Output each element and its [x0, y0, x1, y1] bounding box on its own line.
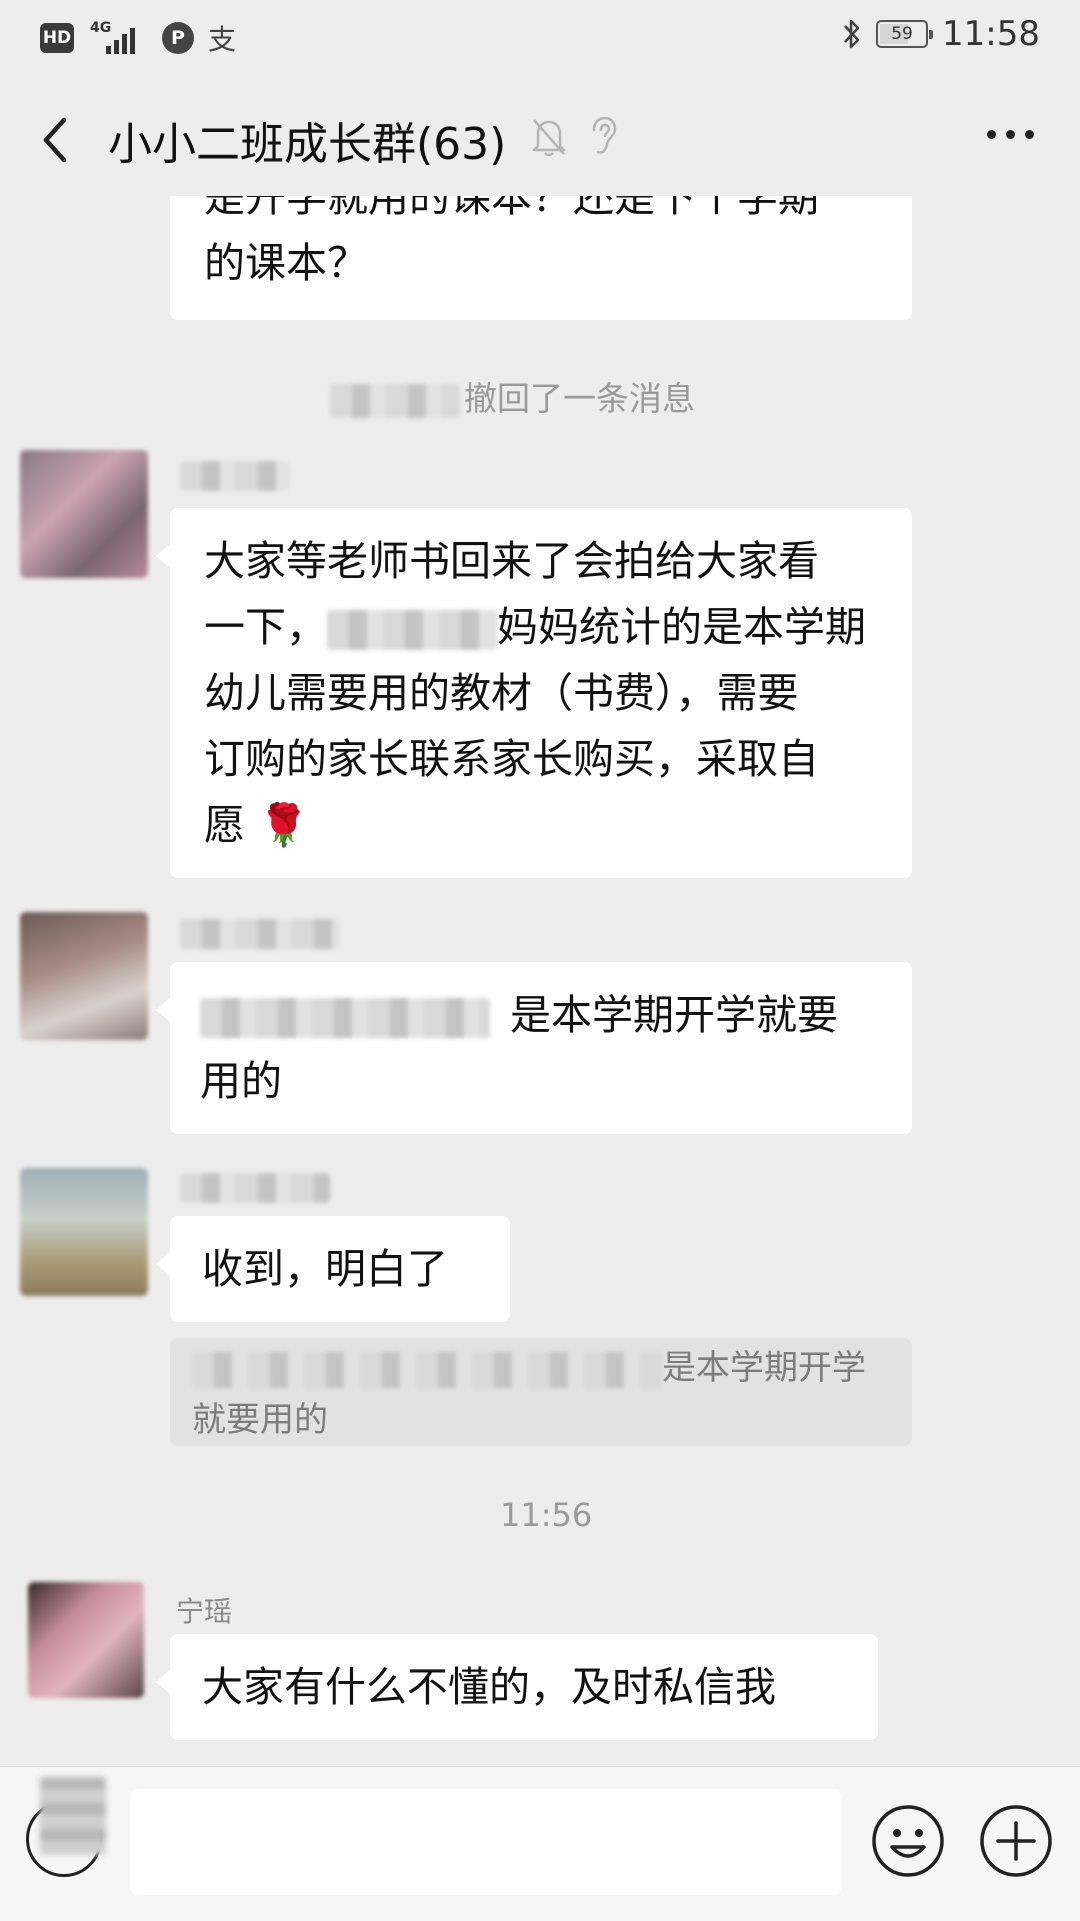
- status-time: 11:58: [942, 14, 1040, 54]
- message-line: 一下， 妈妈统计的是本学期: [204, 594, 878, 660]
- earpiece-icon: [592, 116, 617, 154]
- emoji-icon[interactable]: [870, 1803, 946, 1879]
- signal-icon: 4G: [88, 20, 148, 56]
- chat-header: 小小二班成长群(63): [0, 90, 1080, 186]
- blurred-mention: [200, 998, 490, 1038]
- avatar[interactable]: [20, 1168, 148, 1296]
- sender-name: 宁瑶: [176, 1595, 233, 1628]
- rose-emoji: 🌹: [258, 801, 310, 849]
- message-line: 愿 🌹: [204, 792, 878, 858]
- quote-text: 就要用的: [192, 1400, 328, 1440]
- battery-level: 59: [891, 24, 913, 44]
- p-icon: P: [162, 22, 194, 54]
- message-text: 是开学就用的课本？还是下个学期: [204, 196, 819, 221]
- chat-area[interactable]: 是开学就用的课本？还是下个学期 的课本？ 撤回了一条消息 大家等老师书回来了会拍…: [0, 196, 1080, 1766]
- hd-badge: HD: [40, 23, 74, 53]
- quote-text: 是本学期开学: [662, 1348, 866, 1388]
- back-arrow-icon[interactable]: [36, 112, 76, 168]
- quoted-message[interactable]: 是本学期开学 就要用的: [170, 1338, 912, 1446]
- message-bubble[interactable]: 是开学就用的课本？还是下个学期 的课本？: [170, 196, 912, 320]
- avatar[interactable]: [28, 1582, 144, 1698]
- recall-text: 撤回了一条消息: [464, 379, 695, 418]
- mute-bell-icon: [532, 119, 566, 157]
- message-bubble[interactable]: 大家有什么不懂的，及时私信我: [156, 1634, 878, 1740]
- message-text: 妈妈统计的是本学期: [497, 603, 866, 651]
- sender-name: [180, 916, 340, 949]
- message-text: 是本学期开学就要: [510, 991, 838, 1039]
- sender-name: [180, 1170, 330, 1203]
- chat-title: 小小二班成长群(63): [108, 119, 507, 170]
- avatar[interactable]: [20, 912, 148, 1040]
- message-text: 大家有什么不懂的，及时私信我: [202, 1663, 776, 1711]
- plus-icon[interactable]: [978, 1803, 1054, 1879]
- message-text: 大家等老师书回来了会拍给大家看: [204, 537, 819, 585]
- message-bubble[interactable]: 收到，明白了: [156, 1216, 510, 1322]
- message-text: 愿: [204, 801, 245, 849]
- alipay-icon: 支: [208, 23, 237, 56]
- input-bar: [0, 1766, 1080, 1921]
- message-bubble[interactable]: 是本学期开学就要 用的: [156, 962, 912, 1134]
- message-text: 一下，: [204, 603, 327, 651]
- message-line: 是本学期开学就要: [200, 982, 882, 1048]
- battery-icon: 59: [876, 20, 934, 48]
- message-text: 订购的家长联系家长购买，采取自: [204, 735, 819, 783]
- recall-notice: 撤回了一条消息: [330, 372, 695, 420]
- blurred-quote: [192, 1351, 662, 1388]
- sender-name: [180, 458, 290, 491]
- status-right: 59 11:58: [842, 14, 1040, 54]
- message-line: 是本学期开学: [192, 1342, 890, 1394]
- blurred-name: [327, 610, 497, 650]
- message-text: 收到，明白了: [202, 1245, 448, 1293]
- message-text: 的课本？: [204, 239, 368, 287]
- status-left: HD 4G P 支: [40, 18, 236, 58]
- bluetooth-icon: [844, 19, 860, 49]
- avatar[interactable]: [20, 450, 148, 578]
- message-text: 幼儿需要用的教材（书费），需要: [204, 669, 799, 717]
- more-icon[interactable]: [987, 130, 1034, 139]
- blurred-name: [330, 383, 460, 418]
- message-bubble[interactable]: 大家等老师书回来了会拍给大家看 一下， 妈妈统计的是本学期 幼儿需要用的教材（书费…: [156, 508, 912, 878]
- status-bar: HD 4G P 支 59 11:58: [0, 0, 1080, 76]
- timestamp: 11:56: [500, 1496, 593, 1534]
- message-text: 用的: [200, 1057, 282, 1105]
- message-input[interactable]: [130, 1789, 842, 1895]
- blurred-overlay: [40, 1777, 106, 1855]
